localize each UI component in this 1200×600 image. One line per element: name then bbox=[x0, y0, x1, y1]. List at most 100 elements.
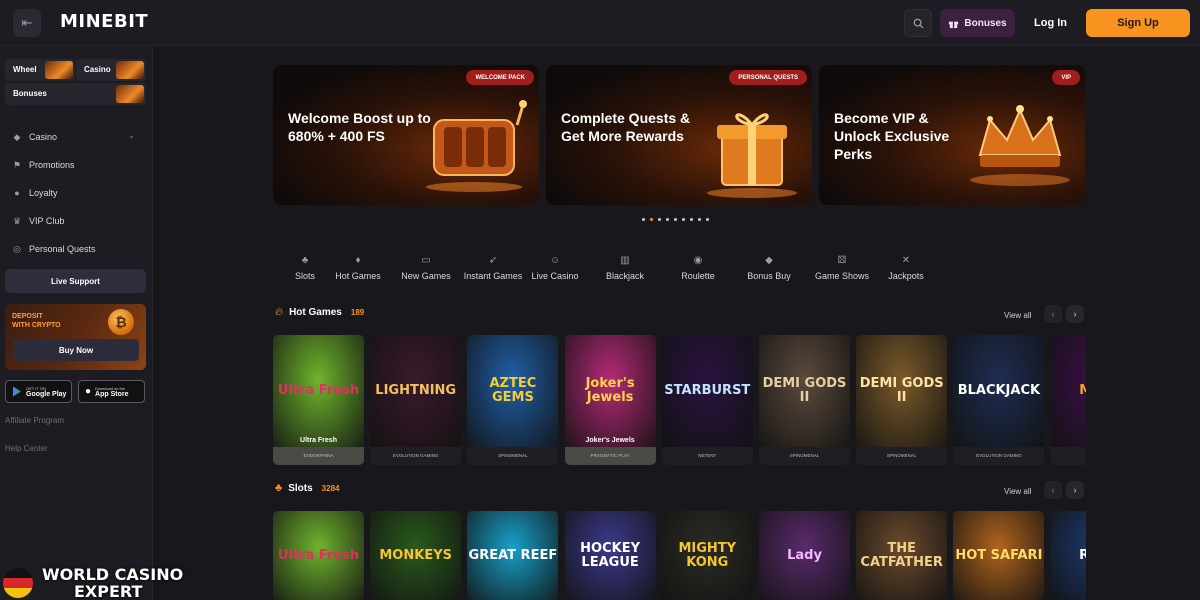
game-thumbnail: DEMI GODS II bbox=[856, 335, 948, 447]
promo-banners: WELCOME PACK Welcome Boost up to 680% + … bbox=[273, 65, 1085, 205]
cherry-icon: ♣ bbox=[301, 255, 309, 266]
store-name: Google Play bbox=[26, 390, 67, 398]
category-blackjack[interactable]: ▥ Blackjack bbox=[585, 252, 665, 281]
carousel-dot[interactable] bbox=[642, 218, 645, 221]
sidebar-item-vip-club[interactable]: ♛ VIP Club bbox=[0, 207, 153, 235]
carousel-dot[interactable] bbox=[666, 218, 669, 221]
game-card[interactable]: DEMI GODS II SPINOMENAL bbox=[759, 335, 850, 465]
banner-vip[interactable]: VIP Become VIP & Unlock Exclusive Perks bbox=[819, 65, 1085, 205]
game-provider: EVOLUTION GAMING bbox=[392, 453, 439, 458]
carousel-dot[interactable] bbox=[682, 218, 685, 221]
game-thumbnail: DEMI GODS II bbox=[759, 335, 850, 447]
category-label: Bonus Buy bbox=[747, 271, 791, 281]
category-jackpots[interactable]: ✕ Jackpots bbox=[877, 252, 935, 281]
category-game-shows[interactable]: ⚄ Game Shows bbox=[810, 252, 874, 281]
affiliate-program-link[interactable]: Affiliate Program bbox=[5, 416, 64, 425]
game-card[interactable]: MAG HA bbox=[1050, 335, 1086, 465]
carousel-dot[interactable] bbox=[658, 218, 661, 221]
game-card[interactable]: AZTEC GEMS SPINOMENAL bbox=[467, 335, 559, 465]
carousel-dot[interactable] bbox=[650, 218, 653, 221]
game-card[interactable]: THE CATFATHER bbox=[856, 511, 948, 600]
category-roulette[interactable]: ◉ Roulette bbox=[668, 252, 728, 281]
live-support-button[interactable]: Live Support bbox=[5, 269, 146, 293]
chevron-down-icon[interactable]: ⌄ bbox=[128, 131, 135, 140]
game-provider: HA bbox=[1051, 453, 1086, 458]
sidebar-item-promotions[interactable]: ⚑ Promotions bbox=[0, 151, 153, 179]
help-center-link[interactable]: Help Center bbox=[5, 444, 48, 453]
target-icon: ◎ bbox=[13, 243, 21, 254]
game-thumbnail: Joker's Jewels bbox=[564, 335, 656, 447]
game-card[interactable]: Lady bbox=[759, 511, 850, 600]
hot-games-prev-button[interactable]: ‹ bbox=[1044, 305, 1062, 323]
top-bar: ⇤ MINEBIT Bonuses Log In Sign Up bbox=[0, 0, 1200, 46]
deposit-line2: WITH CRYPTO bbox=[12, 322, 61, 329]
sidebar-item-loyalty[interactable]: ● Loyalty bbox=[0, 179, 153, 207]
carousel-dot[interactable] bbox=[706, 218, 709, 221]
banner-welcome-pack[interactable]: WELCOME PACK Welcome Boost up to 680% + … bbox=[273, 65, 539, 205]
crown-icon: ♛ bbox=[12, 215, 22, 226]
category-new-games[interactable]: ▭ New Games bbox=[394, 252, 458, 281]
logo[interactable]: MINEBIT bbox=[60, 11, 148, 32]
sidebar-nav: ◆ Casino ⌄ ⚑ Promotions ● Loyalty ♛ VIP … bbox=[0, 123, 153, 263]
game-card[interactable]: BLACKJACK EVOLUTION GAMING bbox=[953, 335, 1045, 465]
search-button[interactable] bbox=[904, 9, 932, 37]
slots-next-button[interactable]: › bbox=[1066, 481, 1084, 499]
hot-games-next-button[interactable]: › bbox=[1066, 305, 1084, 323]
shortcut-casino[interactable]: Casino bbox=[76, 59, 146, 81]
google-play-button[interactable]: GET IT ON Google Play bbox=[5, 380, 72, 403]
game-card[interactable]: Joker's Jewels Joker's Jewels PRAGMATIC PL… bbox=[564, 335, 656, 465]
game-logo-text: HOT SAFARI bbox=[955, 548, 1043, 563]
crown-art-icon bbox=[970, 105, 1070, 186]
bonuses-button[interactable]: Bonuses bbox=[940, 9, 1015, 37]
game-card[interactable]: HOCKEY LEAGUE bbox=[564, 511, 656, 600]
game-card[interactable]: GREAT REEF bbox=[467, 511, 559, 600]
banner-personal-quests[interactable]: PERSONAL QUESTS Complete Quests & Get Mo… bbox=[546, 65, 812, 205]
casino-thumbnail bbox=[116, 61, 144, 79]
shortcut-bonuses[interactable]: Bonuses bbox=[5, 83, 146, 105]
carousel-dot[interactable] bbox=[674, 218, 677, 221]
game-card[interactable]: MONKEYS bbox=[370, 511, 462, 600]
game-logo-text: DEMI GODS II bbox=[859, 376, 944, 405]
category-bonus-buy[interactable]: ◆ Bonus Buy bbox=[731, 252, 807, 281]
shortcut-wheel[interactable]: Wheel bbox=[5, 59, 75, 81]
slots-prev-button[interactable]: ‹ bbox=[1044, 481, 1062, 499]
game-card[interactable]: LIGHTNING EVOLUTION GAMING bbox=[370, 335, 462, 465]
hot-games-header: 🔥︎ Hot Games 189 bbox=[275, 306, 364, 319]
sidebar-collapse-button[interactable]: ⇤ bbox=[13, 9, 41, 37]
rocket-icon: ➶ bbox=[488, 255, 498, 266]
hot-games-view-all[interactable]: View all bbox=[1004, 311, 1031, 320]
signup-button[interactable]: Sign Up bbox=[1086, 9, 1190, 37]
sidebar-item-personal-quests[interactable]: ◎ Personal Quests bbox=[0, 235, 153, 263]
wheel-thumbnail bbox=[45, 61, 73, 79]
category-hot-games[interactable]: ♦ Hot Games bbox=[325, 252, 391, 281]
buy-now-button[interactable]: Buy Now bbox=[13, 339, 139, 361]
sidebar-item-label: VIP Club bbox=[29, 216, 65, 226]
carousel-dot[interactable] bbox=[698, 218, 701, 221]
chevron-right-icon: › bbox=[1073, 309, 1077, 319]
category-live-casino[interactable]: ☺ Live Casino bbox=[528, 252, 582, 281]
bitcoin-icon: ₿ bbox=[108, 309, 134, 335]
game-card[interactable]: ROM bbox=[1050, 511, 1086, 600]
login-button[interactable]: Log In bbox=[1023, 9, 1078, 37]
game-logo-text: Lady bbox=[787, 548, 822, 563]
game-card[interactable]: MIGHTY KONG bbox=[661, 511, 753, 600]
hot-games-row: Ultra Fresh Ultra Fresh ENDORPHINA LIGHTNIN… bbox=[273, 335, 1086, 465]
collapse-icon: ⇤ bbox=[21, 15, 33, 30]
app-store-button[interactable]: ● Download on the App Store bbox=[78, 380, 145, 403]
google-play-icon bbox=[13, 386, 21, 397]
game-card[interactable]: Ultra Fresh Ultra Fresh ENDORPHINA bbox=[273, 335, 364, 465]
game-card[interactable]: DEMI GODS II SPINOMENAL bbox=[856, 335, 948, 465]
category-label: Blackjack bbox=[605, 271, 644, 281]
slots-view-all[interactable]: View all bbox=[1004, 487, 1031, 496]
game-card[interactable]: STARBURST NETENT bbox=[661, 335, 753, 465]
game-card[interactable]: Ultra Fresh bbox=[273, 511, 364, 600]
carousel-dot[interactable] bbox=[690, 218, 693, 221]
game-logo-text: STARBURST bbox=[664, 383, 751, 398]
game-card[interactable]: HOT SAFARI bbox=[953, 511, 1045, 600]
game-logo-text: Joker's Jewels bbox=[585, 376, 635, 405]
game-provider: PRAGMATIC PLAY bbox=[590, 453, 630, 458]
category-instant-games[interactable]: ➶ Instant Games bbox=[461, 252, 525, 281]
game-thumbnail: GREAT REEF bbox=[467, 511, 559, 600]
category-slots[interactable]: ♣ Slots bbox=[285, 252, 325, 281]
sidebar-item-casino[interactable]: ◆ Casino ⌄ bbox=[0, 123, 153, 151]
